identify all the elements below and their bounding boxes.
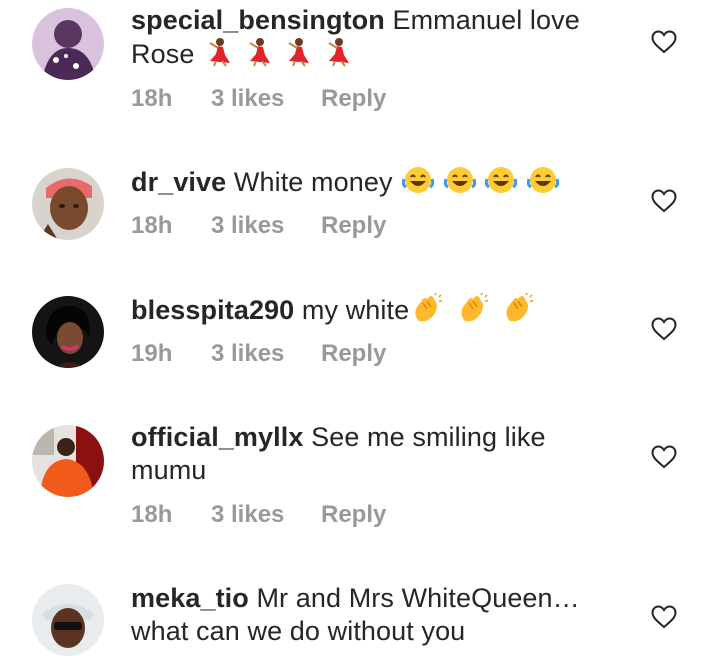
username[interactable]: blesspita290: [131, 295, 294, 325]
laughing-tears-emoji: [485, 167, 518, 193]
comment-time: 18h: [131, 501, 173, 528]
comment-body: special_bensington Emmanuel love Rose: [131, 4, 621, 71]
clapping-hands-emoji: [461, 293, 488, 322]
likes-count[interactable]: 3 likes: [211, 340, 284, 368]
comment-text: See me smiling like: [311, 422, 546, 452]
dancer-emoji: [288, 38, 310, 67]
likes-count[interactable]: 3 likes: [211, 212, 284, 240]
comment-text-continued: Rose: [131, 39, 195, 69]
comment-time: 19h: [131, 340, 173, 367]
comment-time: 18h: [131, 85, 173, 112]
clapping-hands-emoji-group: [409, 293, 534, 325]
clapping-hands-emoji: [415, 293, 443, 322]
comment-text-continued: what can we do without you: [131, 616, 466, 646]
comment-body: official_myllx See me smiling like mumu: [131, 421, 621, 487]
comment-body: meka_tio Mr and Mrs WhiteQueen… what can…: [131, 582, 621, 648]
clapping-hands-emoji: [506, 293, 534, 322]
heart-outline-icon[interactable]: [651, 317, 677, 341]
comment-text-continued: mumu: [131, 455, 207, 485]
heart-outline-icon[interactable]: [651, 30, 677, 54]
username[interactable]: official_myllx: [131, 422, 303, 452]
dancer-emoji-group: [202, 38, 353, 69]
laughing-tears-emoji-group: [400, 167, 559, 197]
comment-body: dr_vive White money: [131, 165, 621, 199]
avatar[interactable]: [32, 168, 104, 240]
laughing-tears-emoji: [527, 167, 559, 193]
avatar[interactable]: [32, 296, 104, 368]
reply-button[interactable]: Reply: [321, 501, 386, 529]
comment-text: my white: [301, 295, 410, 325]
username[interactable]: meka_tio: [131, 583, 249, 613]
likes-count[interactable]: 3 likes: [211, 85, 284, 113]
comment-time: 18h: [131, 212, 173, 239]
comment-body: blesspita290 my white: [131, 293, 621, 327]
dancer-emoji: [249, 38, 270, 67]
avatar[interactable]: [32, 584, 104, 656]
username[interactable]: dr_vive: [131, 167, 226, 197]
heart-outline-icon[interactable]: [651, 605, 677, 629]
username[interactable]: special_bensington: [131, 5, 385, 35]
reply-button[interactable]: Reply: [321, 212, 386, 240]
comment-text: Emmanuel love: [392, 5, 580, 35]
dancer-emoji: [328, 38, 349, 67]
comment-text: Mr and Mrs WhiteQueen…: [256, 583, 580, 613]
laughing-tears-emoji: [402, 167, 435, 193]
comment-text: White money: [233, 167, 393, 197]
heart-outline-icon[interactable]: [651, 189, 677, 213]
reply-button[interactable]: Reply: [321, 340, 386, 368]
dancer-emoji: [209, 38, 231, 67]
laughing-tears-emoji: [443, 167, 476, 193]
reply-button[interactable]: Reply: [321, 85, 386, 113]
avatar[interactable]: [32, 8, 104, 80]
avatar[interactable]: [32, 425, 104, 497]
heart-outline-icon[interactable]: [651, 445, 677, 469]
likes-count[interactable]: 3 likes: [211, 501, 284, 529]
